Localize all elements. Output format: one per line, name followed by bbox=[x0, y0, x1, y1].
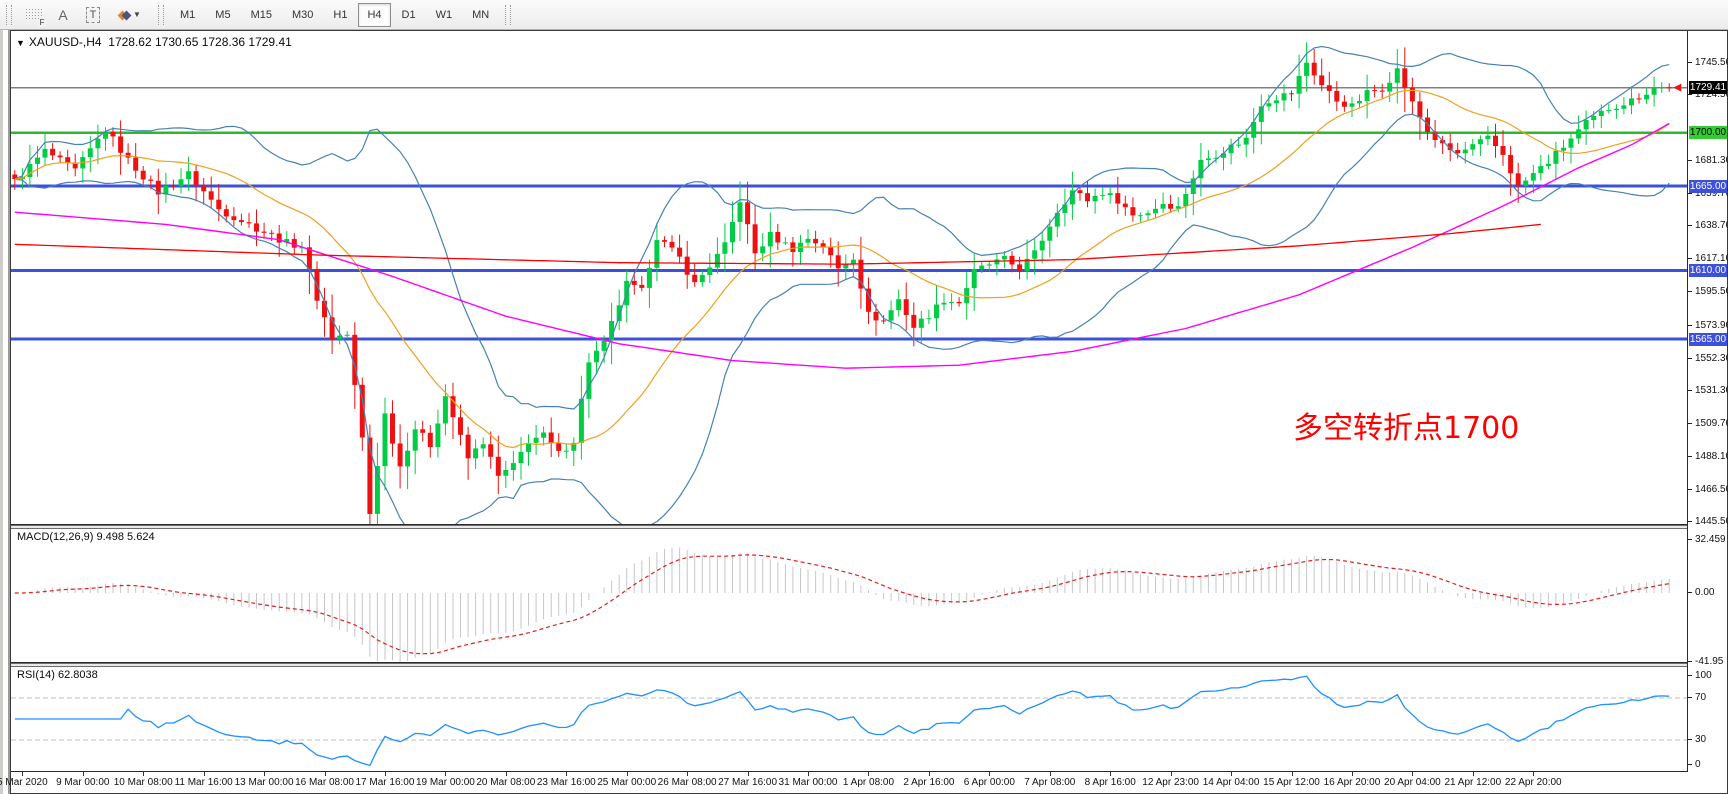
symbol-period-label: XAUUSD-,H4 bbox=[29, 35, 102, 49]
time-tick bbox=[385, 772, 386, 776]
time-tick bbox=[1473, 772, 1474, 776]
timeframe-button-d1[interactable]: D1 bbox=[393, 3, 425, 27]
time-label: 16 Apr 20:00 bbox=[1324, 777, 1381, 788]
time-tick bbox=[989, 772, 990, 776]
macd-canvas[interactable] bbox=[11, 529, 1687, 662]
time-tick bbox=[929, 772, 930, 776]
time-tick bbox=[1171, 772, 1172, 776]
time-label: 12 Apr 23:00 bbox=[1142, 777, 1199, 788]
time-label: 11 Mar 16:00 bbox=[175, 777, 233, 788]
time-tick bbox=[868, 772, 869, 776]
time-tick bbox=[1292, 772, 1293, 776]
time-tick bbox=[325, 772, 326, 776]
rsi-canvas[interactable] bbox=[11, 667, 1687, 771]
main-price-panel[interactable]: ▼ XAUUSD-,H4 1728.62 1730.65 1728.36 1729… bbox=[11, 31, 1687, 525]
chart-shift-button[interactable]: F bbox=[19, 2, 47, 28]
chart-dropdown-arrow[interactable]: ▼ bbox=[16, 38, 25, 48]
time-tick bbox=[627, 772, 628, 776]
time-tick bbox=[1231, 772, 1232, 776]
toolbar: F A T ▼ M1M5M15M30H1H4D1W1MN bbox=[0, 0, 1728, 30]
timeframe-button-m15[interactable]: M15 bbox=[242, 3, 281, 27]
time-tick bbox=[83, 772, 84, 776]
rsi-panel[interactable]: RSI(14) 62.8038 bbox=[11, 667, 1687, 772]
time-axis[interactable]: 5 Mar 20209 Mar 00:0010 Mar 08:0011 Mar … bbox=[11, 772, 1727, 793]
price-level-badge: 1729.41 bbox=[1689, 81, 1727, 94]
time-tick bbox=[1533, 772, 1534, 776]
time-tick bbox=[445, 772, 446, 776]
timeframe-button-h1[interactable]: H1 bbox=[324, 3, 356, 27]
time-tick bbox=[1110, 772, 1111, 776]
chart-window: ▼ XAUUSD-,H4 1728.62 1730.65 1728.36 1729… bbox=[10, 30, 1728, 794]
time-label: 2 Apr 16:00 bbox=[903, 777, 954, 788]
time-label: 7 Apr 08:00 bbox=[1024, 777, 1075, 788]
time-label: 15 Apr 12:00 bbox=[1263, 777, 1320, 788]
time-label: 19 Mar 00:00 bbox=[416, 777, 475, 788]
time-label: 9 Mar 00:00 bbox=[56, 777, 109, 788]
rsi-indicator-label: RSI(14) 62.8038 bbox=[17, 669, 98, 681]
time-label: 21 Apr 12:00 bbox=[1444, 777, 1501, 788]
time-tick bbox=[264, 772, 265, 776]
time-tick bbox=[506, 772, 507, 776]
time-label: 8 Apr 16:00 bbox=[1085, 777, 1136, 788]
letter-t-icon: T bbox=[86, 7, 101, 23]
price-level-badge: 1665.00 bbox=[1689, 180, 1727, 193]
main-chart-canvas[interactable] bbox=[11, 31, 1687, 524]
time-label: 6 Apr 00:00 bbox=[964, 777, 1015, 788]
price-level-badge: 1610.00 bbox=[1689, 264, 1727, 277]
time-label: 14 Apr 04:00 bbox=[1203, 777, 1260, 788]
timeframe-bar: M1M5M15M30H1H4D1W1MN bbox=[170, 3, 499, 27]
timeframe-button-w1[interactable]: W1 bbox=[427, 3, 462, 27]
time-tick bbox=[566, 772, 567, 776]
ohlc-values: 1728.62 1730.65 1728.36 1729.41 bbox=[108, 35, 292, 49]
time-label: 20 Mar 08:00 bbox=[476, 777, 535, 788]
time-label: 22 Apr 20:00 bbox=[1505, 777, 1562, 788]
time-label: 16 Mar 08:00 bbox=[295, 777, 354, 788]
time-tick bbox=[687, 772, 688, 776]
timeframe-button-mn[interactable]: MN bbox=[463, 3, 498, 27]
text-label-button[interactable]: A bbox=[49, 2, 77, 28]
grid-f-icon: F bbox=[25, 8, 42, 21]
price-axis[interactable]: 1745.501724.501681.301659.701638.701617.… bbox=[1687, 31, 1727, 772]
time-label: 25 Mar 00:00 bbox=[597, 777, 656, 788]
time-tick bbox=[143, 772, 144, 776]
time-label: 23 Mar 16:00 bbox=[537, 777, 596, 788]
time-label: 10 Mar 08:00 bbox=[114, 777, 173, 788]
time-label: 31 Mar 00:00 bbox=[779, 777, 838, 788]
toolbar-grip[interactable] bbox=[6, 5, 12, 25]
metatrader-window: F A T ▼ M1M5M15M30H1H4D1W1MN ▼ XAUUSD-,H4… bbox=[0, 0, 1728, 794]
time-tick bbox=[808, 772, 809, 776]
time-label: 20 Apr 04:00 bbox=[1384, 777, 1441, 788]
shapes-icon bbox=[119, 7, 130, 22]
window-left-edge bbox=[0, 30, 10, 794]
timeframe-button-m5[interactable]: M5 bbox=[206, 3, 239, 27]
timeframe-button-m1[interactable]: M1 bbox=[171, 3, 204, 27]
objects-button[interactable]: ▼ bbox=[109, 2, 151, 28]
time-tick bbox=[748, 772, 749, 776]
time-label: 27 Mar 16:00 bbox=[718, 777, 777, 788]
price-level-badge: 1565.00 bbox=[1689, 333, 1727, 346]
chart-text-annotation[interactable]: 多空转折点1700 bbox=[1293, 403, 1519, 447]
time-tick bbox=[1050, 772, 1051, 776]
time-label: 5 Mar 2020 bbox=[0, 777, 48, 788]
toolbar-grip[interactable] bbox=[158, 5, 164, 25]
chart-title: ▼ XAUUSD-,H4 1728.62 1730.65 1728.36 1729… bbox=[16, 35, 292, 49]
time-tick bbox=[1412, 772, 1413, 776]
time-label: 1 Apr 08:00 bbox=[843, 777, 894, 788]
macd-panel[interactable]: MACD(12,26,9) 9.498 5.624 bbox=[11, 529, 1687, 663]
time-tick bbox=[22, 772, 23, 776]
time-tick bbox=[1352, 772, 1353, 776]
price-level-badge: 1700.00 bbox=[1689, 126, 1727, 139]
timeframe-button-h4[interactable]: H4 bbox=[358, 3, 390, 27]
letter-a-icon: A bbox=[58, 7, 67, 23]
toolbar-grip[interactable] bbox=[505, 5, 511, 25]
time-tick bbox=[204, 772, 205, 776]
chevron-down-icon: ▼ bbox=[133, 10, 141, 19]
text-box-button[interactable]: T bbox=[79, 2, 107, 28]
time-label: 13 Mar 00:00 bbox=[235, 777, 294, 788]
timeframe-button-m30[interactable]: M30 bbox=[283, 3, 322, 27]
macd-indicator-label: MACD(12,26,9) 9.498 5.624 bbox=[17, 531, 155, 543]
time-label: 26 Mar 08:00 bbox=[658, 777, 717, 788]
time-label: 17 Mar 16:00 bbox=[356, 777, 415, 788]
